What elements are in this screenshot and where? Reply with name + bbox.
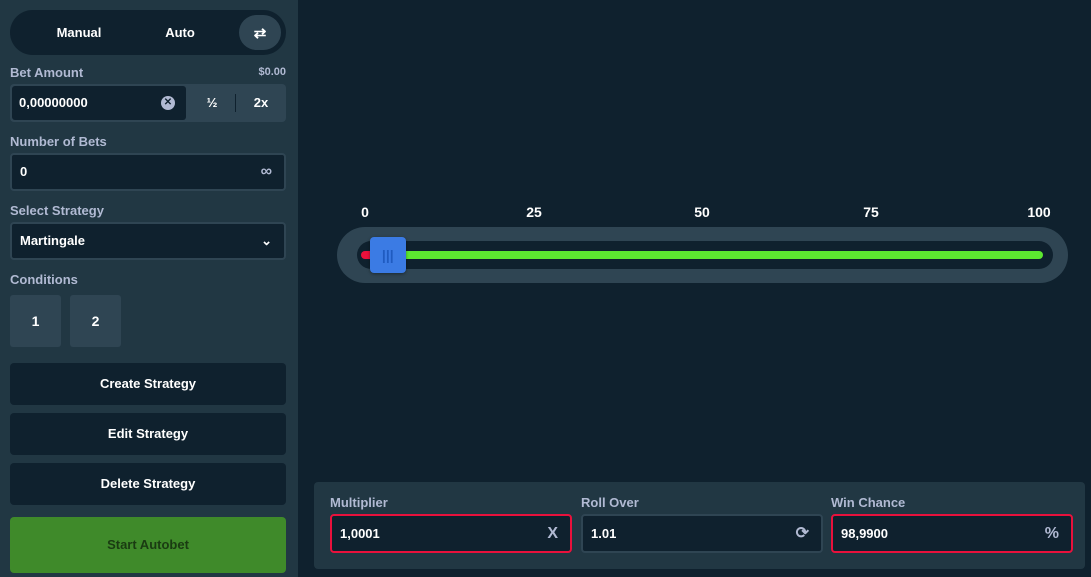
tick-label: 75 <box>863 204 879 220</box>
bet-amount-label: Bet Amount <box>10 65 84 80</box>
create-strategy-button[interactable]: Create Strategy <box>10 363 286 405</box>
win-chance-value: 98,9900 <box>841 526 888 541</box>
tick-label: 0 <box>361 204 369 220</box>
slider-track <box>357 241 1053 269</box>
tab-manual[interactable]: Manual <box>24 10 134 55</box>
win-chance-input[interactable]: 98,9900% <box>831 514 1073 553</box>
win-chance-label: Win Chance <box>831 495 906 510</box>
conditions-label: Conditions <box>10 272 78 287</box>
multiplier-label: Multiplier <box>330 495 388 510</box>
strategy-label: Select Strategy <box>10 203 104 218</box>
strategy-select[interactable]: Martingale ⌄ <box>10 222 286 260</box>
slider-handle[interactable]: ||| <box>369 237 406 273</box>
multiplier-input[interactable]: 1,0001 X <box>330 514 572 553</box>
refresh-icon[interactable]: ⟳ <box>796 516 809 551</box>
number-of-bets-input[interactable]: 0 ∞ <box>10 153 286 191</box>
multiplier-x-icon: X <box>547 525 558 542</box>
mode-tabs: Manual Auto ⇄ <box>10 10 286 55</box>
slider-win-bar <box>381 251 1043 259</box>
roll-over-label: Roll Over <box>581 495 639 510</box>
number-of-bets-value: 0 <box>20 164 28 179</box>
percent-icon: % <box>1044 525 1059 542</box>
strategy-value: Martingale <box>20 233 86 248</box>
edit-strategy-button[interactable]: Edit Strategy <box>10 413 286 455</box>
double-button[interactable]: 2x <box>236 84 286 122</box>
slider-track-outer: ||| <box>337 227 1068 283</box>
half-button[interactable]: ½ <box>188 84 236 122</box>
swap-icon[interactable]: ⇄ <box>239 15 281 50</box>
tick-label: 25 <box>526 204 542 220</box>
bet-amount-usd: $0.00 <box>258 66 286 78</box>
tick-label: 100 <box>1027 204 1051 220</box>
bet-settings-panel: Multiplier 1,0001 X Roll Over 1.01 ⟳ Win C… <box>314 482 1085 569</box>
infinity-icon[interactable]: ∞ <box>261 155 272 189</box>
chevron-down-icon: ⌄ <box>261 233 272 248</box>
roll-over-value: 1.01 <box>591 526 617 541</box>
number-of-bets-label: Number of Bets <box>10 134 107 149</box>
sidebar: Manual Auto ⇄ Bet Amount $0.00 0,0000000… <box>0 0 298 577</box>
start-autobet-button[interactable]: Start Autobet <box>10 517 286 573</box>
bet-amount-group: 0,00000000 ✕ ½ 2x <box>10 84 286 122</box>
tick-label: 50 <box>694 204 710 220</box>
clear-icon[interactable]: ✕ <box>161 96 175 110</box>
condition-2-button[interactable]: 2 <box>70 295 121 347</box>
delete-strategy-button[interactable]: Delete Strategy <box>10 463 286 505</box>
multiplier-value: 1,0001 <box>340 526 380 541</box>
condition-1-button[interactable]: 1 <box>10 295 61 347</box>
bet-amount-input[interactable]: 0,00000000 <box>12 86 186 120</box>
roll-over-input[interactable]: 1.01 ⟳ <box>581 514 823 553</box>
tab-auto[interactable]: Auto <box>125 10 235 55</box>
